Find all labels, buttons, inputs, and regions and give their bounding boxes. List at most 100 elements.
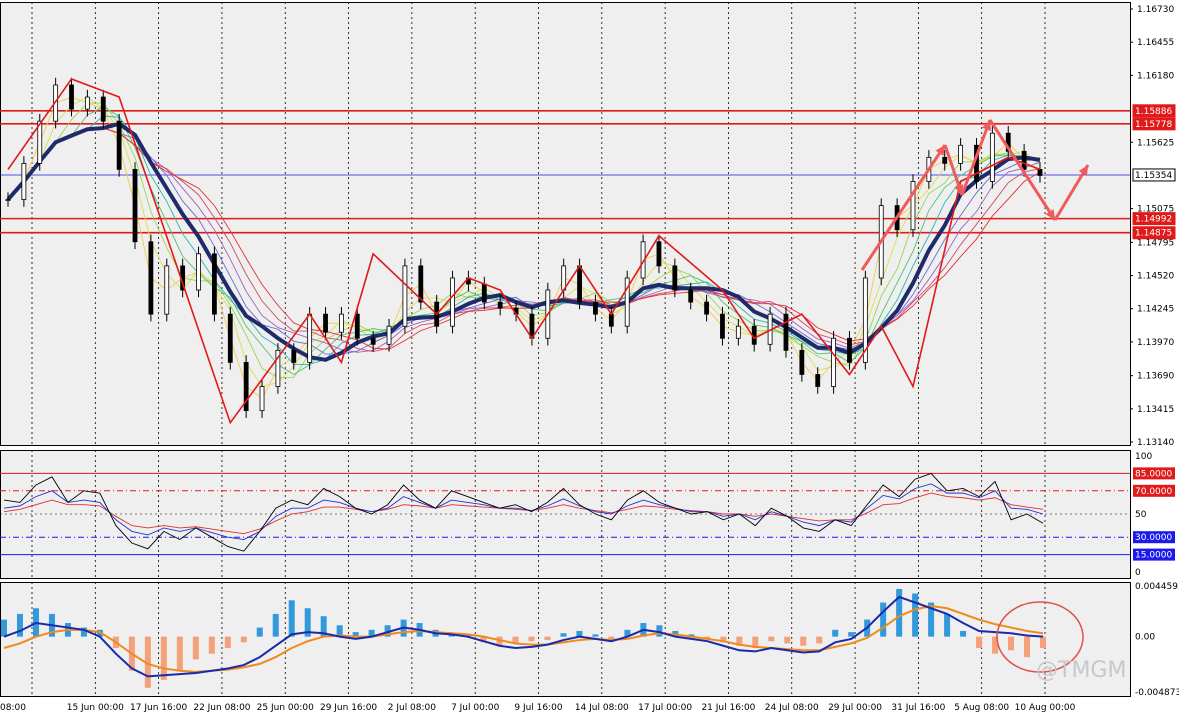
macd-histogram-bar[interactable] <box>1008 636 1015 651</box>
x-tick-label: 5 Aug 08:00 <box>954 703 1009 713</box>
macd-histogram-bar[interactable] <box>800 636 807 646</box>
macd-histogram-bar[interactable] <box>976 636 983 649</box>
macd-histogram-bar[interactable] <box>832 629 839 637</box>
osc-tick-label: 100 <box>1135 452 1152 462</box>
candle[interactable] <box>116 120 122 170</box>
candle[interactable] <box>942 156 948 164</box>
y-tick-label: 1.15625 <box>1137 138 1174 148</box>
candle[interactable] <box>132 169 138 243</box>
macd-histogram-bar[interactable] <box>160 636 167 680</box>
macd-histogram-bar[interactable] <box>816 636 823 644</box>
candle[interactable] <box>672 265 678 291</box>
y-tick-label: 1.13970 <box>1137 338 1174 348</box>
candle[interactable] <box>100 96 106 122</box>
x-tick-label: 29 Jun 16:00 <box>320 703 377 713</box>
x-tick-label: 24 Jul 08:00 <box>765 703 819 713</box>
y-tick-label: 1.16730 <box>1137 5 1174 15</box>
macd-histogram-bar[interactable] <box>256 627 263 637</box>
candle[interactable] <box>21 162 27 200</box>
x-tick-label: 10 Aug 00:00 <box>1015 703 1076 713</box>
candle[interactable] <box>402 265 408 327</box>
y-tick-label: 1.16180 <box>1137 71 1174 81</box>
trading-chart[interactable]: 1.16730 1.16455 1.16180 1.15625 1.15075 1.147… <box>0 0 1179 714</box>
candle[interactable] <box>354 313 360 339</box>
macd-histogram-bar[interactable] <box>560 633 567 637</box>
candle[interactable] <box>688 289 694 303</box>
candle[interactable] <box>227 313 233 363</box>
candle[interactable] <box>339 313 344 333</box>
candle[interactable] <box>577 265 582 303</box>
candle[interactable] <box>259 386 265 412</box>
macd-histogram-bar[interactable] <box>848 632 855 637</box>
candle[interactable] <box>847 337 852 363</box>
x-tick-label: 9 Jul 16:00 <box>514 703 563 713</box>
candle[interactable] <box>84 96 90 110</box>
watermark: @TMGM <box>1036 658 1126 683</box>
macd-histogram-bar[interactable] <box>544 636 551 641</box>
candle[interactable] <box>5 199 11 201</box>
macd-histogram-bar[interactable] <box>272 613 279 637</box>
candle[interactable] <box>450 277 455 327</box>
candle[interactable] <box>1037 169 1043 176</box>
candle[interactable] <box>307 313 313 363</box>
candle[interactable] <box>164 265 170 315</box>
macd-histogram-bar[interactable] <box>528 636 535 642</box>
osc-tick-label: 50 <box>1135 510 1147 520</box>
macd-histogram-bar[interactable] <box>784 636 791 644</box>
candle[interactable] <box>148 241 154 315</box>
macd-histogram-bar[interactable] <box>944 613 951 637</box>
candle[interactable] <box>370 337 376 345</box>
macd-histogram-bar[interactable] <box>240 636 247 643</box>
macd-histogram-bar[interactable] <box>288 600 295 637</box>
x-tick-label: 21 Jul 16:00 <box>701 703 755 713</box>
macd-histogram-bar[interactable] <box>1 619 7 637</box>
macd-histogram-bar[interactable] <box>592 634 599 637</box>
candle[interactable] <box>656 241 662 267</box>
candle[interactable] <box>815 374 821 387</box>
macd-histogram-bar[interactable] <box>176 636 183 671</box>
macd-histogram-bar[interactable] <box>192 636 199 660</box>
macd-histogram-bar[interactable] <box>912 593 919 637</box>
y-tick-label: 1.13415 <box>1137 405 1174 415</box>
candle[interactable] <box>323 313 328 333</box>
chart-canvas[interactable]: 1.167301.164551.161801.156251.150751.147… <box>0 0 1179 714</box>
candle[interactable] <box>958 144 964 164</box>
x-tick-label: 22 Jun 08:00 <box>193 703 250 713</box>
macd-tick-label: 0.00 <box>1135 633 1155 643</box>
macd-histogram-bar[interactable] <box>960 630 967 637</box>
candle[interactable] <box>196 253 201 291</box>
candle[interactable] <box>211 253 217 315</box>
candle[interactable] <box>799 349 805 375</box>
macd-tick-label: 0.0044593 <box>1135 582 1179 592</box>
candle[interactable] <box>1021 150 1027 170</box>
candle[interactable] <box>593 301 598 315</box>
level-tag-label: 1.15778 <box>1135 120 1172 130</box>
candle[interactable] <box>291 349 297 363</box>
macd-histogram-bar[interactable] <box>1024 636 1031 658</box>
candle[interactable] <box>831 337 836 387</box>
candle[interactable] <box>481 283 487 303</box>
candle[interactable] <box>989 132 995 182</box>
candle[interactable] <box>704 301 709 315</box>
candle[interactable] <box>497 301 503 309</box>
osc-level-label: 15.0000 <box>1135 551 1172 561</box>
candle[interactable] <box>561 265 567 291</box>
x-tick-label: 08:00 <box>0 703 26 713</box>
candle[interactable] <box>720 313 725 339</box>
panel-frame <box>0 450 1131 579</box>
macd-histogram-bar[interactable] <box>1040 636 1046 649</box>
macd-histogram-bar[interactable] <box>768 636 775 642</box>
candle[interactable] <box>529 313 535 339</box>
macd-histogram-bar[interactable] <box>224 636 231 649</box>
macd-histogram-bar[interactable] <box>16 613 23 637</box>
level-tag-label: 1.14992 <box>1135 215 1172 225</box>
candle[interactable] <box>386 325 392 345</box>
candle[interactable] <box>69 84 74 110</box>
level-tag-label: 1.14875 <box>1135 229 1172 239</box>
x-tick-label: 15 Jun 00:00 <box>67 703 124 713</box>
macd-histogram-bar[interactable] <box>880 602 887 637</box>
candle[interactable] <box>783 313 789 351</box>
candle[interactable] <box>608 313 614 327</box>
macd-histogram-bar[interactable] <box>208 636 215 654</box>
candle[interactable] <box>735 325 741 339</box>
